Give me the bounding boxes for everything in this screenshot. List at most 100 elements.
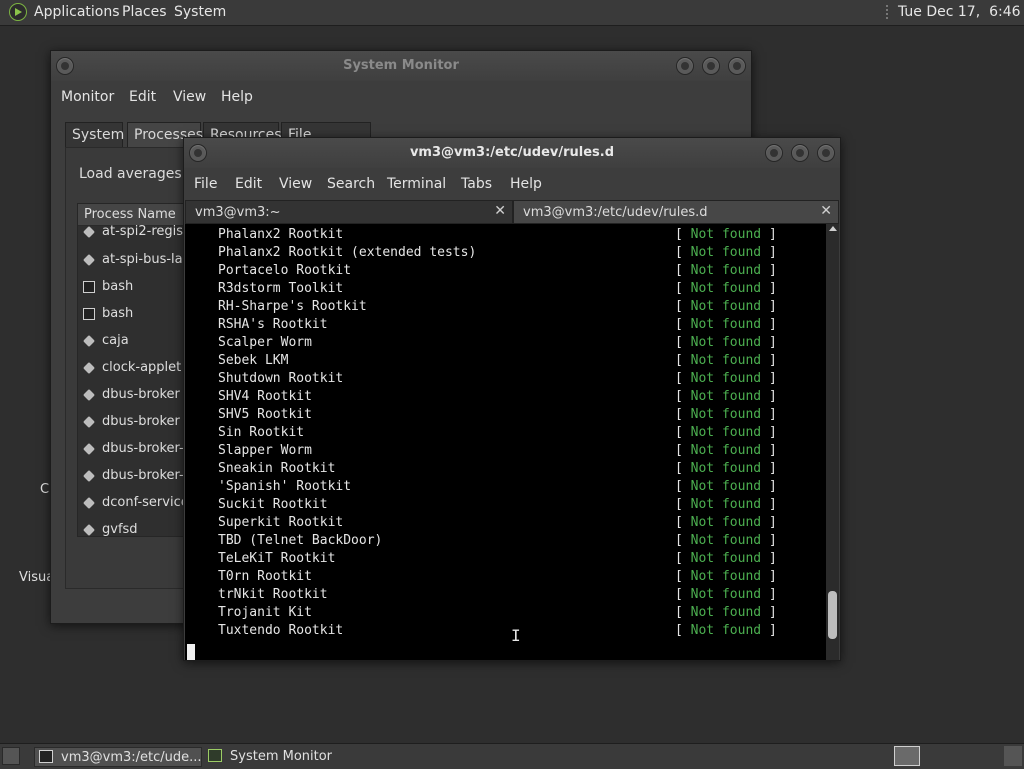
process-row[interactable]: dbus-broker (78, 383, 198, 410)
process-row[interactable]: dconf-service (78, 491, 198, 518)
menu-terminal[interactable]: Terminal (387, 176, 446, 192)
process-row[interactable]: caja (78, 329, 198, 356)
menu-search[interactable]: Search (327, 176, 375, 192)
check-status: [ Not found ] (675, 244, 777, 262)
process-row[interactable]: dbus-broker- (78, 464, 198, 491)
status-bracket-open: [ (675, 623, 683, 638)
check-name: TBD (Telnet BackDoor) (218, 533, 383, 548)
taskbar-item-label: vm3@vm3:/etc/ude... (61, 750, 202, 765)
process-row[interactable]: dbus-broker (78, 410, 198, 437)
status-bracket-close: ] (768, 263, 777, 278)
workspace-switcher[interactable] (894, 746, 920, 766)
minimize-button[interactable] (676, 57, 694, 75)
check-name: Tuxtendo Rootkit (218, 623, 344, 638)
menu-help[interactable]: Help (510, 176, 542, 192)
titlebar[interactable]: System Monitor (51, 51, 751, 81)
process-row[interactable]: bash (78, 302, 198, 329)
terminal-output[interactable]: I Phalanx2 Rootkit[ Not found ] Phalanx2 … (185, 224, 826, 660)
show-desktop-icon[interactable] (2, 747, 20, 765)
status-bracket-close: ] (768, 443, 777, 458)
status-text: Not found (690, 461, 762, 476)
status-text: Not found (690, 299, 762, 314)
check-status: [ Not found ] (675, 496, 777, 514)
gear-icon (83, 443, 95, 455)
process-row[interactable]: dbus-broker- (78, 437, 198, 464)
close-tab-icon[interactable]: ✕ (494, 203, 506, 219)
status-text: Not found (690, 227, 762, 242)
menubar: File Edit View Search Terminal Tabs Help (184, 170, 840, 198)
trash-applet[interactable] (1004, 746, 1022, 766)
status-text: Not found (690, 497, 762, 512)
gear-icon (83, 335, 95, 347)
close-button[interactable] (728, 57, 746, 75)
menu-edit[interactable]: Edit (129, 89, 156, 105)
titlebar[interactable]: vm3@vm3:/etc/udev/rules.d (184, 138, 840, 168)
terminal-tab-home[interactable]: vm3@vm3:~ ✕ (185, 200, 513, 224)
process-row[interactable]: at-spi-bus-la (78, 248, 198, 275)
process-name: at-spi2-regist (102, 224, 189, 239)
status-text: Not found (690, 551, 762, 566)
panel-divider (886, 5, 888, 19)
menu-view[interactable]: View (279, 176, 312, 192)
status-bracket-open: [ (675, 353, 683, 368)
menu-edit[interactable]: Edit (235, 176, 262, 192)
check-status: [ Not found ] (675, 424, 777, 442)
taskbar-item-system-monitor[interactable]: System Monitor (204, 747, 374, 767)
terminal-line: Sin Rootkit [ Not found ] (185, 424, 826, 442)
process-name: caja (102, 333, 129, 348)
scrollbar-thumb[interactable] (828, 591, 837, 640)
terminal-line: 'Spanish' Rootkit [ Not found ] (185, 478, 826, 496)
status-text: Not found (690, 317, 762, 332)
terminal-line: TeLeKiT Rootkit [ Not found ] (185, 550, 826, 568)
menu-file[interactable]: File (194, 176, 217, 192)
status-bracket-close: ] (768, 317, 777, 332)
menu-view[interactable]: View (173, 89, 206, 105)
status-bracket-open: [ (675, 569, 683, 584)
process-row[interactable]: clock-applet (78, 356, 198, 383)
menu-places[interactable]: Places (122, 4, 167, 20)
check-name: SHV4 Rootkit (218, 389, 312, 404)
clock[interactable]: Tue Dec 17, 6:46 PM (898, 4, 1024, 20)
menu-monitor[interactable]: Monitor (61, 89, 114, 105)
process-row[interactable]: gvfsd (78, 518, 198, 536)
close-tab-icon[interactable]: ✕ (820, 203, 832, 219)
check-name: Phalanx2 Rootkit (extended tests) (218, 245, 477, 260)
check-name: Trojanit Kit (218, 605, 312, 620)
terminal-line: Phalanx2 Rootkit (extended tests) [ Not f… (185, 244, 826, 262)
terminal-line: TBD (Telnet BackDoor) [ Not found ] (185, 532, 826, 550)
terminal-line: SHV4 Rootkit [ Not found ] (185, 388, 826, 406)
terminal-line: Superkit Rootkit [ Not found ] (185, 514, 826, 532)
scroll-up-arrow-icon[interactable] (829, 226, 837, 231)
check-status: [ Not found ] (675, 406, 777, 424)
status-bracket-close: ] (768, 551, 777, 566)
check-name: T0rn Rootkit (218, 569, 312, 584)
gear-icon (83, 389, 95, 401)
process-name: dbus-broker (102, 414, 180, 429)
terminal-tab-rules-d[interactable]: vm3@vm3:/etc/udev/rules.d ✕ (513, 200, 839, 224)
maximize-button[interactable] (702, 57, 720, 75)
tab-system[interactable]: System (65, 122, 124, 148)
status-bracket-close: ] (768, 569, 777, 584)
applications-logo-icon[interactable] (9, 3, 27, 21)
status-bracket-open: [ (675, 533, 683, 548)
taskbar-item-terminal[interactable]: vm3@vm3:/etc/ude... (34, 747, 202, 767)
process-row[interactable]: at-spi2-regist (78, 220, 198, 247)
close-button[interactable] (817, 144, 835, 162)
terminal-tab-label: vm3@vm3:/etc/udev/rules.d (523, 205, 708, 220)
menu-system[interactable]: System (174, 4, 226, 20)
menu-applications[interactable]: Applications (34, 4, 120, 20)
status-bracket-open: [ (675, 515, 683, 530)
terminal-scrollbar[interactable] (826, 224, 839, 660)
check-name: RSHA's Rootkit (218, 317, 328, 332)
process-name: clock-applet (102, 360, 182, 375)
check-status: [ Not found ] (675, 442, 777, 460)
process-row[interactable]: bash (78, 275, 198, 302)
check-status: [ Not found ] (675, 352, 777, 370)
menu-help[interactable]: Help (221, 89, 253, 105)
menu-tabs[interactable]: Tabs (461, 176, 492, 192)
minimize-button[interactable] (765, 144, 783, 162)
maximize-button[interactable] (791, 144, 809, 162)
check-status: [ Not found ] (675, 262, 777, 280)
status-text: Not found (690, 587, 762, 602)
process-list[interactable]: Process Name at-spi2-regist at-spi-bus-la… (77, 203, 199, 537)
